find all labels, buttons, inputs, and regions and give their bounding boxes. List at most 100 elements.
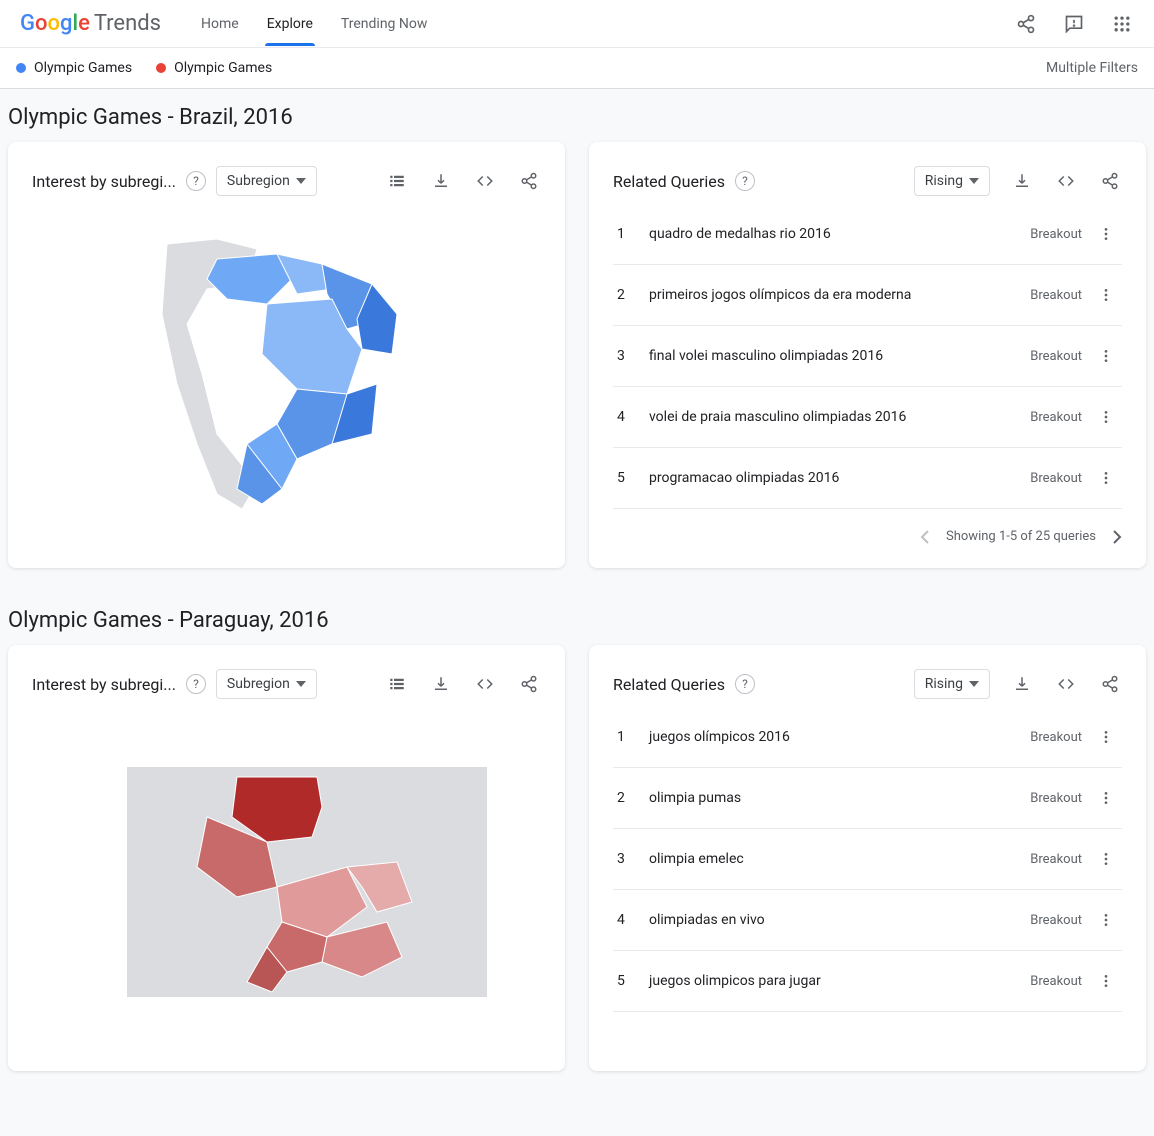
multiple-filters-button[interactable]: Multiple Filters xyxy=(1046,60,1138,76)
more-vert-icon[interactable] xyxy=(1094,725,1118,749)
pager-prev-icon[interactable] xyxy=(920,530,930,544)
google-trends-logo[interactable]: Google Trends xyxy=(20,11,161,36)
related-queries-card: Related Queries ? Rising 1quadro de meda… xyxy=(589,142,1146,568)
query-text: volei de praia masculino olimpiadas 2016 xyxy=(637,409,1030,425)
query-rank: 3 xyxy=(617,851,637,867)
more-vert-icon[interactable] xyxy=(1094,466,1118,490)
more-vert-icon[interactable] xyxy=(1094,908,1118,932)
more-vert-icon[interactable] xyxy=(1094,786,1118,810)
query-row[interactable]: 2primeiros jogos olímpicos da era modern… xyxy=(613,265,1122,326)
interest-by-subregion-card: Interest by subregi... ? Subregion xyxy=(8,142,565,568)
share-icon[interactable] xyxy=(517,169,541,193)
interest-by-subregion-card: Interest by subregi... ? Subregion xyxy=(8,645,565,1071)
query-row[interactable]: 5juegos olimpicos para jugarBreakout xyxy=(613,951,1122,1012)
embed-icon[interactable] xyxy=(1054,169,1078,193)
query-rank: 4 xyxy=(617,912,637,928)
share-icon[interactable] xyxy=(1098,169,1122,193)
rising-select[interactable]: Rising xyxy=(914,669,990,699)
query-rank: 3 xyxy=(617,348,637,364)
download-icon[interactable] xyxy=(1010,672,1034,696)
card-title: Interest by subregi... xyxy=(32,675,176,694)
more-vert-icon[interactable] xyxy=(1094,283,1118,307)
download-icon[interactable] xyxy=(429,169,453,193)
query-rank: 1 xyxy=(617,226,637,242)
chevron-down-icon xyxy=(969,681,979,687)
comparison-filter-bar: Olympic Games Olympic Games Multiple Fil… xyxy=(0,48,1154,89)
query-row[interactable]: 3olimpia emelecBreakout xyxy=(613,829,1122,890)
query-text: olimpiadas en vivo xyxy=(637,912,1030,928)
query-text: olimpia emelec xyxy=(637,851,1030,867)
embed-icon[interactable] xyxy=(473,169,497,193)
query-row[interactable]: 1juegos olímpicos 2016Breakout xyxy=(613,707,1122,768)
query-rank: 2 xyxy=(617,287,637,303)
map-brazil[interactable] xyxy=(32,204,541,544)
list-view-icon[interactable] xyxy=(385,672,409,696)
more-vert-icon[interactable] xyxy=(1094,847,1118,871)
share-icon[interactable] xyxy=(517,672,541,696)
query-row[interactable]: 3final volei masculino olimpiadas 2016Br… xyxy=(613,326,1122,387)
apps-grid-icon[interactable] xyxy=(1110,12,1134,36)
comparison-chip-2[interactable]: Olympic Games xyxy=(156,60,272,76)
subregion-select[interactable]: Subregion xyxy=(216,166,317,196)
more-vert-icon[interactable] xyxy=(1094,344,1118,368)
pager-next-icon[interactable] xyxy=(1112,530,1122,544)
feedback-icon[interactable] xyxy=(1062,12,1086,36)
comparison-chip-1[interactable]: Olympic Games xyxy=(16,60,132,76)
query-rank: 4 xyxy=(617,409,637,425)
query-text: juegos olimpicos para jugar xyxy=(637,973,1030,989)
select-label: Subregion xyxy=(227,676,290,692)
help-icon[interactable]: ? xyxy=(186,674,206,694)
more-vert-icon[interactable] xyxy=(1094,969,1118,993)
card-title: Related Queries xyxy=(613,172,725,191)
download-icon[interactable] xyxy=(1010,169,1034,193)
query-rank: 1 xyxy=(617,729,637,745)
download-icon[interactable] xyxy=(429,672,453,696)
embed-icon[interactable] xyxy=(1054,672,1078,696)
help-icon[interactable]: ? xyxy=(735,674,755,694)
chip-dot-icon xyxy=(16,63,26,73)
chevron-down-icon xyxy=(296,681,306,687)
pager: Showing 1-5 of 25 queries xyxy=(613,509,1122,544)
query-row[interactable]: 4olimpiadas en vivoBreakout xyxy=(613,890,1122,951)
query-row[interactable]: 1quadro de medalhas rio 2016Breakout xyxy=(613,204,1122,265)
card-title: Related Queries xyxy=(613,675,725,694)
share-icon[interactable] xyxy=(1098,672,1122,696)
query-text: juegos olímpicos 2016 xyxy=(637,729,1030,745)
more-vert-icon[interactable] xyxy=(1094,405,1118,429)
share-icon[interactable] xyxy=(1014,12,1038,36)
query-text: final volei masculino olimpiadas 2016 xyxy=(637,348,1030,364)
query-row[interactable]: 5programacao olimpiadas 2016Breakout xyxy=(613,448,1122,509)
query-row[interactable]: 4volei de praia masculino olimpiadas 201… xyxy=(613,387,1122,448)
subregion-select[interactable]: Subregion xyxy=(216,669,317,699)
query-rank: 2 xyxy=(617,790,637,806)
map-paraguay[interactable] xyxy=(32,707,541,1047)
more-vert-icon[interactable] xyxy=(1094,222,1118,246)
rising-select[interactable]: Rising xyxy=(914,166,990,196)
query-rank: 5 xyxy=(617,973,637,989)
select-label: Rising xyxy=(925,173,963,189)
select-label: Subregion xyxy=(227,173,290,189)
query-row[interactable]: 2olimpia pumasBreakout xyxy=(613,768,1122,829)
query-score: Breakout xyxy=(1030,852,1082,867)
query-rank: 5 xyxy=(617,470,637,486)
embed-icon[interactable] xyxy=(473,672,497,696)
nav-trending-now[interactable]: Trending Now xyxy=(341,2,427,46)
main-nav: Home Explore Trending Now xyxy=(201,2,427,46)
query-score: Breakout xyxy=(1030,974,1082,989)
list-view-icon[interactable] xyxy=(385,169,409,193)
chevron-down-icon xyxy=(296,178,306,184)
logo-product-name: Trends xyxy=(94,11,161,36)
section-title: Olympic Games - Brazil, 2016 xyxy=(0,89,1154,142)
pager-text: Showing 1-5 of 25 queries xyxy=(946,529,1096,544)
help-icon[interactable]: ? xyxy=(735,171,755,191)
app-header: Google Trends Home Explore Trending Now xyxy=(0,0,1154,48)
query-text: quadro de medalhas rio 2016 xyxy=(637,226,1030,242)
help-icon[interactable]: ? xyxy=(186,171,206,191)
query-score: Breakout xyxy=(1030,349,1082,364)
nav-home[interactable]: Home xyxy=(201,2,239,46)
nav-explore[interactable]: Explore xyxy=(267,2,313,46)
query-score: Breakout xyxy=(1030,471,1082,486)
query-score: Breakout xyxy=(1030,410,1082,425)
query-text: programacao olimpiadas 2016 xyxy=(637,470,1030,486)
select-label: Rising xyxy=(925,676,963,692)
